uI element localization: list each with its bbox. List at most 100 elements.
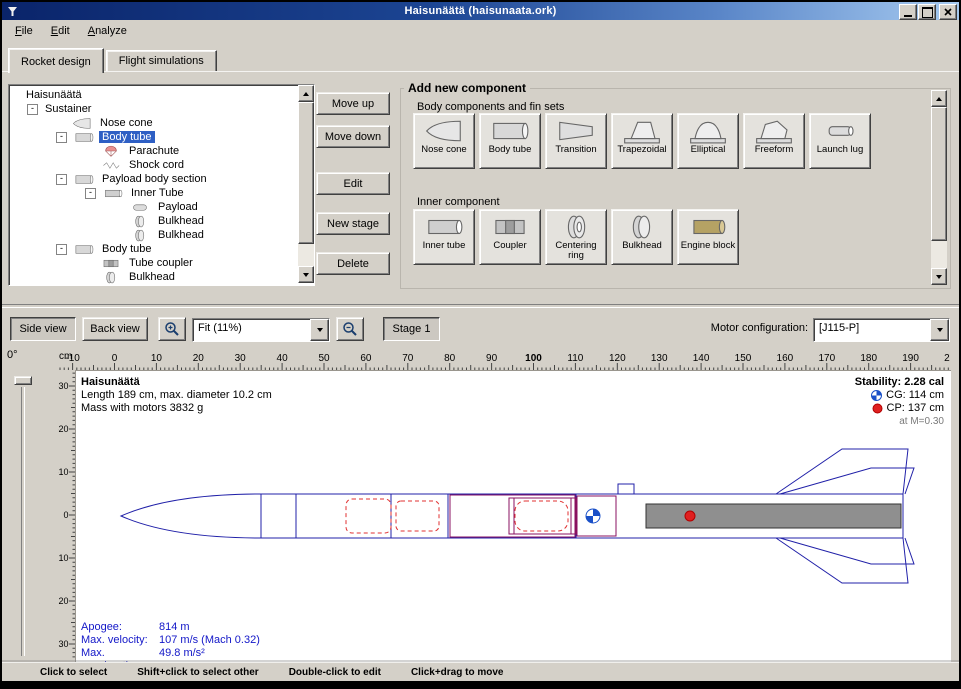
stage-1-button[interactable]: Stage 1 [383, 317, 440, 341]
transition-icon [554, 117, 598, 145]
svg-text:30: 30 [58, 639, 68, 649]
bodytube-icon [71, 173, 97, 186]
tree-item-nose-cone[interactable]: Nose cone [9, 116, 298, 130]
rocket-canvas[interactable]: Haisunäätä Length 189 cm, max. diameter … [75, 370, 951, 663]
move-up-button[interactable]: Move up [316, 92, 390, 115]
add-freeform-button[interactable]: Freeform [743, 113, 805, 169]
tree-item-body-tube[interactable]: -Body tube [9, 242, 298, 256]
openrocket-window: Haisunäätä (haisunaata.ork) FileEditAnal… [0, 0, 961, 689]
add-centering-ring-button[interactable]: Centering ring [545, 209, 607, 265]
chevron-down-icon [317, 328, 323, 332]
minimize-icon [904, 15, 912, 17]
tree-item-shock-cord[interactable]: Shock cord [9, 158, 298, 172]
tree-item-label: Body tube [99, 131, 155, 143]
svg-text:130: 130 [651, 353, 668, 364]
maximize-button[interactable] [918, 4, 936, 20]
side-view-button[interactable]: Side view [10, 317, 76, 341]
rotation-slider-track[interactable] [21, 387, 25, 656]
tree-item-payload-body-section[interactable]: -Payload body section [9, 172, 298, 186]
tree-item-parachute[interactable]: Parachute [9, 144, 298, 158]
minimize-button[interactable] [899, 4, 917, 20]
add-engine-block-button[interactable]: Engine block [677, 209, 739, 265]
component-button-label: Freeform [755, 145, 794, 155]
svg-text:10: 10 [58, 553, 68, 563]
zoom-in-button[interactable] [158, 317, 186, 341]
motor-shape[interactable] [646, 504, 901, 528]
menu-file[interactable]: File [6, 22, 42, 40]
tree-item-label: Bulkhead [155, 215, 207, 227]
scroll-thumb[interactable] [298, 102, 314, 244]
rotation-slider-handle[interactable] [14, 376, 32, 385]
tree-expander-icon[interactable]: - [56, 174, 67, 185]
tree-item-bulkhead[interactable]: Bulkhead [9, 214, 298, 228]
stability-value: Stability: 2.28 cal [855, 376, 944, 389]
zoom-out-button[interactable] [336, 317, 364, 341]
scroll-up-button[interactable] [931, 90, 947, 107]
tree-item-label: Nose cone [97, 117, 156, 129]
scroll-up-button[interactable] [298, 85, 314, 102]
shockcord-icon [98, 159, 124, 172]
svg-text:-20: -20 [58, 424, 69, 434]
menu-analyze[interactable]: Analyze [79, 22, 136, 40]
tab-rocket-design[interactable]: Rocket design [8, 48, 104, 73]
scroll-thumb[interactable] [931, 107, 947, 241]
bodytube-icon [488, 117, 532, 145]
component-button-label: Centering ring [547, 241, 605, 261]
new-stage-button[interactable]: New stage [316, 212, 390, 235]
scroll-track[interactable] [931, 241, 947, 268]
flight-row: Apogee:814 m [81, 621, 260, 634]
nose-cone-shape[interactable] [121, 494, 261, 538]
tree-item-sustainer[interactable]: -Sustainer [9, 102, 298, 116]
tree-item-tube-coupler[interactable]: Tube coupler [9, 256, 298, 270]
launch-lug-shape[interactable] [618, 484, 634, 494]
add-inner-tube-button[interactable]: Inner tube [413, 209, 475, 265]
tree-scrollbar[interactable] [298, 85, 314, 283]
svg-text:160: 160 [777, 353, 794, 364]
add-trapezoidal-button[interactable]: Trapezoidal [611, 113, 673, 169]
menu-edit[interactable]: Edit [42, 22, 79, 40]
tree-item-body-tube[interactable]: - Body tube [9, 130, 298, 144]
tree-item-bulkhead[interactable]: Bulkhead [9, 270, 298, 284]
add-launch-lug-button[interactable]: Launch lug [809, 113, 871, 169]
scroll-down-button[interactable] [931, 268, 947, 285]
add-elliptical-button[interactable]: Elliptical [677, 113, 739, 169]
zoom-dropdown-button[interactable] [310, 319, 329, 341]
flight-value: 814 m [159, 621, 190, 634]
component-tree: Haisunäätä-SustainerNose cone-Body tubeP… [9, 85, 298, 285]
edit-button[interactable]: Edit [316, 172, 390, 195]
svg-text:100: 100 [525, 353, 542, 364]
scroll-track[interactable] [298, 244, 314, 266]
tree-expander-icon[interactable]: - [85, 188, 96, 199]
tree-expander-icon[interactable]: - [27, 104, 38, 115]
component-button-label: Engine block [681, 241, 735, 251]
add-bulkhead-button[interactable]: Bulkhead [611, 209, 673, 265]
tree-item-label: Tube coupler [126, 257, 196, 269]
titlebar[interactable]: Haisunäätä (haisunaata.ork) [2, 2, 959, 20]
add-panel-scrollbar[interactable] [931, 90, 947, 285]
motor-configuration-select[interactable]: [J115-P] [813, 318, 950, 342]
add-coupler-button[interactable]: Coupler [479, 209, 541, 265]
component-button-label: Launch lug [817, 145, 863, 155]
scroll-down-button[interactable] [298, 266, 314, 283]
add-transition-button[interactable]: Transition [545, 113, 607, 169]
window-bottom-border [0, 681, 961, 689]
back-view-button[interactable]: Back view [82, 317, 148, 341]
tab-panel-edge [2, 71, 959, 72]
zoom-select[interactable]: Fit (11%) [192, 318, 330, 342]
tree-expander-icon[interactable]: - [56, 244, 67, 255]
add-nose-cone-button[interactable]: Nose cone [413, 113, 475, 169]
coupler-icon [98, 257, 124, 270]
tree-item-haisun-t[interactable]: Haisunäätä [9, 88, 298, 102]
delete-button[interactable]: Delete [316, 252, 390, 275]
arrow-up-icon [936, 97, 942, 101]
tree-item-payload[interactable]: Payload [9, 200, 298, 214]
component-button-label: Nose cone [421, 145, 466, 155]
close-button[interactable] [939, 4, 957, 20]
motor-dropdown-button[interactable] [930, 319, 949, 341]
tree-item-bulkhead[interactable]: Bulkhead [9, 228, 298, 242]
tree-item-inner-tube[interactable]: -Inner Tube [9, 186, 298, 200]
tab-flight-simulations[interactable]: Flight simulations [106, 50, 217, 72]
add-body-tube-button[interactable]: Body tube [479, 113, 541, 169]
tree-expander-icon[interactable]: - [56, 132, 67, 143]
move-down-button[interactable]: Move down [316, 125, 390, 148]
